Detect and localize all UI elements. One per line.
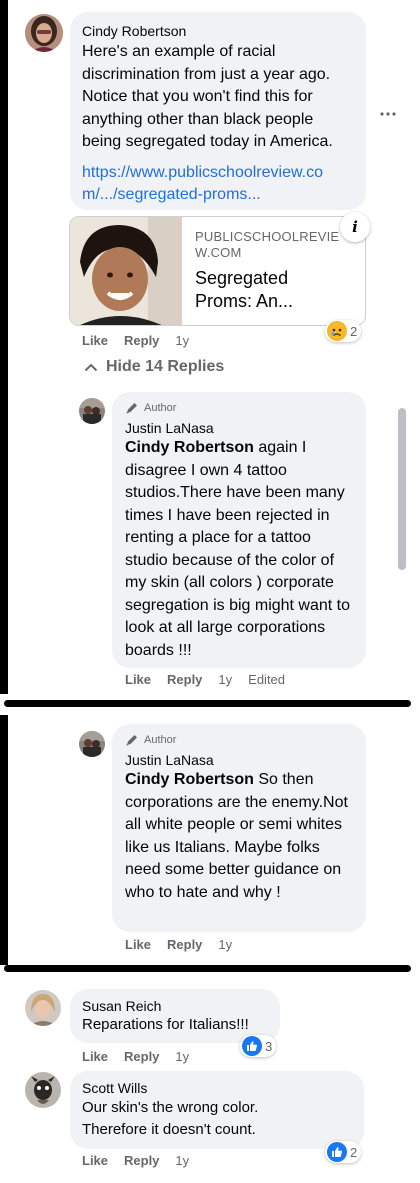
comment-bubble: Scott Wills Our skin's the wrong color. … bbox=[70, 1071, 364, 1149]
link-preview-image bbox=[70, 217, 182, 325]
edited-label[interactable]: Edited bbox=[248, 672, 285, 687]
commenter-name[interactable]: Justin LaNasa bbox=[125, 419, 353, 437]
avatar[interactable] bbox=[25, 1072, 61, 1108]
author-badge: Author bbox=[125, 400, 353, 416]
like-button[interactable]: Like bbox=[125, 672, 151, 687]
link-preview-title: Segregated Proms: An... bbox=[195, 267, 355, 313]
timestamp[interactable]: 1y bbox=[175, 1049, 189, 1064]
commenter-name[interactable]: Susan Reich bbox=[82, 997, 268, 1015]
comment-actions: Like Reply 1y bbox=[82, 333, 205, 348]
mention[interactable]: Cindy Robertson bbox=[125, 771, 254, 788]
screenshot-divider bbox=[4, 965, 411, 972]
comment-text: Here's an example of racial discriminati… bbox=[82, 43, 333, 150]
sad-reaction-icon bbox=[327, 321, 347, 341]
reply-button[interactable]: Reply bbox=[124, 1049, 159, 1064]
link-preview-domain: PUBLICSCHOOLREVIE W.COM bbox=[195, 229, 355, 261]
reply-button[interactable]: Reply bbox=[167, 937, 202, 952]
like-button[interactable]: Like bbox=[125, 937, 151, 952]
timestamp[interactable]: 1y bbox=[218, 937, 232, 952]
hide-replies-label: Hide 14 Replies bbox=[106, 358, 225, 375]
commenter-name[interactable]: Scott Wills bbox=[82, 1079, 352, 1097]
comment-bubble: Cindy Robertson Here's an example of rac… bbox=[70, 12, 366, 210]
comment-actions: Like Reply 1y bbox=[125, 937, 248, 952]
reply-bubble: Author Justin LaNasa Cindy Robertson aga… bbox=[112, 392, 366, 668]
timestamp[interactable]: 1y bbox=[175, 1153, 189, 1168]
timestamp[interactable]: 1y bbox=[218, 672, 232, 687]
avatar[interactable] bbox=[25, 990, 61, 1026]
more-options-icon[interactable] bbox=[378, 104, 398, 124]
reply-bubble: Author Justin LaNasa Cindy Robertson So … bbox=[112, 724, 366, 932]
reaction-summary[interactable]: 2 bbox=[325, 320, 362, 342]
chevron-up-icon bbox=[84, 363, 98, 371]
comment-actions: Like Reply 1y Edited bbox=[125, 672, 301, 687]
comment-link[interactable]: https://www.publicschoolreview.co m/.../… bbox=[82, 162, 354, 207]
link-line-2[interactable]: m/.../segregated-proms... bbox=[82, 184, 354, 207]
reaction-count: 2 bbox=[350, 323, 358, 339]
like-reaction-icon bbox=[327, 1142, 347, 1162]
comment-actions: Like Reply 1y bbox=[82, 1049, 205, 1064]
pencil-icon bbox=[126, 735, 137, 746]
link-preview-card[interactable]: PUBLICSCHOOLREVIE W.COM Segregated Proms… bbox=[69, 216, 366, 326]
reply-button[interactable]: Reply bbox=[124, 333, 159, 348]
comment-text: Our skin's the wrong color. Therefore it… bbox=[82, 1097, 352, 1141]
like-button[interactable]: Like bbox=[82, 333, 108, 348]
like-button[interactable]: Like bbox=[82, 1153, 108, 1168]
comment-text: Cindy Robertson So then corporations are… bbox=[125, 769, 353, 904]
left-border bbox=[0, 0, 8, 694]
like-button[interactable]: Like bbox=[82, 1049, 108, 1064]
scrollbar[interactable] bbox=[398, 408, 406, 570]
reply-button[interactable]: Reply bbox=[124, 1153, 159, 1168]
left-border bbox=[0, 715, 8, 965]
avatar[interactable] bbox=[79, 398, 105, 424]
pencil-icon bbox=[126, 403, 137, 414]
comment-text-line-1: Our skin's the wrong color. bbox=[82, 1099, 259, 1116]
reaction-summary[interactable]: 2 bbox=[325, 1141, 362, 1163]
author-tag-label: Author bbox=[144, 402, 177, 414]
comment-text: Reparations for Italians!!! bbox=[82, 1016, 249, 1033]
screenshot-divider bbox=[4, 700, 411, 707]
comment-actions: Like Reply 1y bbox=[82, 1153, 205, 1168]
comment-body: So then corporations are the enemy.Not a… bbox=[125, 771, 348, 901]
author-tag-label: Author bbox=[144, 734, 177, 746]
reaction-count: 2 bbox=[350, 1144, 358, 1160]
comment-text: Cindy Robertson again I disagree I own 4… bbox=[125, 437, 353, 662]
clipped-previous-actions bbox=[82, 0, 86, 6]
link-preview-domain-line-2: W.COM bbox=[195, 245, 242, 260]
avatar[interactable] bbox=[79, 731, 105, 757]
link-preview-title-line-2: Proms: An... bbox=[195, 291, 294, 311]
mention[interactable]: Cindy Robertson bbox=[125, 439, 254, 456]
commenter-name[interactable]: Justin LaNasa bbox=[125, 751, 353, 769]
link-preview-title-line-1: Segregated bbox=[195, 268, 289, 288]
reply-button[interactable]: Reply bbox=[167, 672, 202, 687]
timestamp[interactable]: 1y bbox=[175, 333, 189, 348]
hide-replies-button[interactable]: Hide 14 Replies bbox=[84, 358, 224, 376]
comment-text-line-2: Therefore it doesn't count. bbox=[82, 1121, 256, 1138]
reaction-count: 3 bbox=[265, 1038, 273, 1054]
link-preview-domain-line-1: PUBLICSCHOOLREVIE bbox=[195, 229, 340, 244]
like-reaction-icon bbox=[242, 1036, 262, 1056]
commenter-name[interactable]: Cindy Robertson bbox=[82, 22, 354, 40]
reaction-summary[interactable]: 3 bbox=[240, 1035, 277, 1057]
comment-body: again I disagree I own 4 tattoo studios.… bbox=[125, 439, 351, 659]
avatar-photo bbox=[25, 14, 63, 52]
link-line-1[interactable]: https://www.publicschoolreview.co bbox=[82, 162, 354, 185]
author-badge: Author bbox=[125, 732, 353, 748]
avatar[interactable] bbox=[25, 14, 63, 52]
comments-thread: Cindy Robertson Here's an example of rac… bbox=[0, 0, 420, 1183]
info-icon[interactable]: i bbox=[340, 212, 370, 242]
